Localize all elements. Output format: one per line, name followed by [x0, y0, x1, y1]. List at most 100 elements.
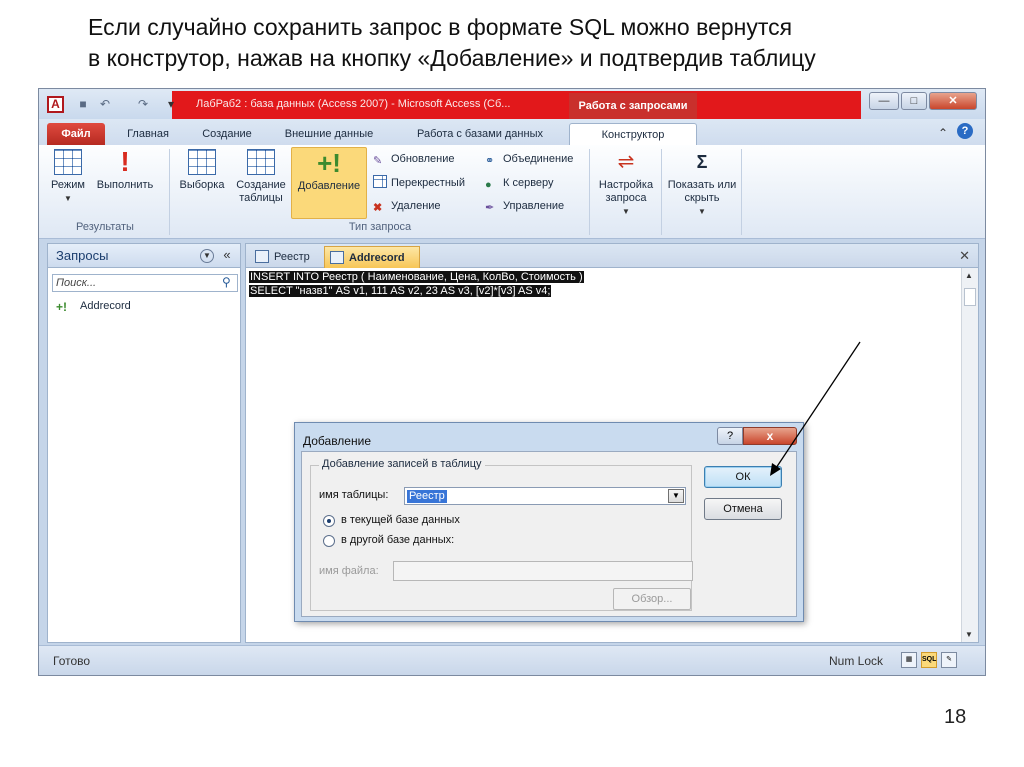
redo-icon[interactable]: ↷: [135, 96, 151, 112]
scroll-thumb[interactable]: [964, 288, 976, 306]
pass-through-label: К серверу: [503, 177, 554, 189]
ribbon-separator: [661, 149, 662, 235]
append-query-button[interactable]: +! Добавление: [291, 147, 367, 219]
dialog-body: Добавление записей в таблицу имя таблицы…: [301, 451, 797, 617]
access-app-icon[interactable]: A: [47, 96, 64, 113]
tab-create[interactable]: Создание: [191, 123, 263, 145]
nav-pane-title: Запросы: [56, 248, 109, 263]
make-table-icon: [247, 149, 275, 175]
make-table-button[interactable]: Создание таблицы: [233, 149, 289, 205]
scroll-up-icon[interactable]: ▲: [965, 271, 973, 280]
append-query-label: Добавление: [297, 180, 361, 192]
nav-menu-icon[interactable]: ▼: [200, 249, 214, 263]
slide-heading-line-1: Если случайно сохранить запрос в формате…: [88, 14, 793, 40]
navigation-pane: Запросы ▼ « Поиск... ⚲ +! Addrecord: [47, 243, 241, 643]
query-setup-button[interactable]: ⇌ Настройка запроса ▼: [593, 149, 659, 218]
maximize-button[interactable]: □: [901, 92, 927, 110]
undo-icon[interactable]: ↶: [97, 96, 113, 112]
sql-line: SELECT "назв1" AS v1, 111 AS v2, 23 AS v…: [249, 285, 552, 297]
union-query-button[interactable]: ⚭ Объединение: [485, 151, 573, 167]
minimize-button[interactable]: —: [869, 92, 899, 110]
other-db-radio[interactable]: [323, 535, 335, 547]
dialog-close-icon[interactable]: x: [743, 427, 797, 445]
union-query-label: Объединение: [503, 153, 574, 165]
doc-tab-reestr[interactable]: Реестр: [250, 246, 320, 268]
tab-design[interactable]: Конструктор: [569, 123, 697, 145]
make-table-label: Создание таблицы: [236, 179, 286, 204]
close-document-icon[interactable]: ✕: [959, 248, 970, 264]
doc-tab-label: Реестр: [274, 251, 310, 263]
crosstab-query-button[interactable]: Перекрестный: [373, 175, 465, 191]
cancel-button[interactable]: Отмена: [704, 498, 782, 520]
combo-dropdown-icon[interactable]: ▼: [668, 489, 684, 503]
query-setup-dropdown-icon: ▼: [622, 207, 630, 216]
view-mode-button[interactable]: Режим ▼: [45, 149, 91, 205]
minimize-ribbon-icon[interactable]: ⌃: [935, 125, 951, 141]
run-button[interactable]: ! Выполнить: [93, 146, 157, 192]
file-name-field[interactable]: [393, 561, 693, 581]
context-tab-header: Работа с запросами: [569, 93, 697, 119]
close-button[interactable]: ✕: [929, 92, 977, 110]
sql-editor[interactable]: INSERT INTO Реестр ( Наименование, Цена,…: [249, 270, 584, 298]
tab-external-data[interactable]: Внешние данные: [273, 123, 385, 145]
delete-x-icon: ✖: [373, 202, 383, 214]
append-dialog: Добавление ? x Добавление записей в табл…: [294, 422, 804, 622]
doc-tab-addrecord[interactable]: Addrecord: [324, 246, 420, 268]
tab-file[interactable]: Файл: [47, 123, 105, 145]
show-hide-button[interactable]: Σ Показать или скрыть ▼: [665, 149, 739, 218]
append-plus-icon: +!: [317, 148, 341, 178]
vertical-scrollbar[interactable]: ▲ ▼: [961, 268, 978, 642]
design-view-icon[interactable]: ✎: [941, 652, 957, 668]
group-query-type-label: Тип запроса: [348, 221, 412, 233]
pencil-icon: ✎: [373, 155, 383, 167]
datasheet-view-icon[interactable]: ▦: [901, 652, 917, 668]
current-db-radio[interactable]: [323, 515, 335, 527]
data-definition-label: Управление: [503, 200, 565, 212]
save-icon[interactable]: ■: [75, 96, 91, 112]
search-icon[interactable]: ⚲: [222, 275, 231, 289]
update-query-button[interactable]: ✎ Обновление: [373, 151, 455, 167]
file-name-label: имя файла:: [319, 565, 379, 577]
pen-icon: ✒: [485, 202, 495, 214]
append-query-icon: +!: [56, 300, 68, 314]
status-num-lock: Num Lock: [829, 654, 884, 668]
browse-button[interactable]: Обзор...: [613, 588, 691, 610]
nav-item-addrecord[interactable]: +! Addrecord: [56, 300, 131, 314]
collapse-pane-icon[interactable]: «: [220, 248, 234, 263]
ok-button[interactable]: ОК: [704, 466, 782, 488]
crosstab-query-label: Перекрестный: [391, 177, 465, 189]
select-query-button[interactable]: Выборка: [175, 149, 229, 192]
ribbon: Режим ▼ ! Выполнить Результаты Выборка С…: [39, 145, 985, 239]
data-definition-button[interactable]: ✒ Управление: [485, 198, 564, 214]
scroll-down-icon[interactable]: ▼: [965, 630, 973, 639]
view-mode-label: Режим: [51, 179, 85, 191]
ribbon-tabs: Файл Главная Создание Внешние данные Раб…: [39, 119, 985, 145]
nav-search-input[interactable]: Поиск...: [52, 274, 238, 292]
other-db-label[interactable]: в другой базе данных:: [341, 534, 454, 546]
current-db-label[interactable]: в текущей базе данных: [341, 514, 460, 526]
sql-view-icon[interactable]: SQL: [921, 652, 937, 668]
table-name-combo[interactable]: Реестр ▼: [404, 487, 686, 505]
help-icon[interactable]: ?: [957, 123, 973, 139]
table-name-value: Реестр: [407, 490, 447, 503]
select-query-icon: [188, 149, 216, 175]
tab-database-tools[interactable]: Работа с базами данных: [397, 123, 563, 145]
select-query-label: Выборка: [179, 179, 225, 191]
globe-icon: ●: [485, 179, 492, 191]
tab-home[interactable]: Главная: [115, 123, 181, 145]
show-hide-dropdown-icon: ▼: [698, 207, 706, 216]
table-name-label: имя таблицы:: [319, 489, 389, 501]
group-results-label: Результаты: [76, 221, 134, 233]
pass-through-button[interactable]: ● К серверу: [485, 175, 554, 191]
view-mode-dropdown-icon: ▼: [64, 194, 72, 203]
ribbon-separator: [589, 149, 590, 235]
slide-heading-line-2: в конструтор, нажав на кнопку «Добавлени…: [88, 45, 816, 71]
dialog-help-icon[interactable]: ?: [717, 427, 743, 445]
delete-query-button[interactable]: ✖ Удаление: [373, 198, 441, 214]
customize-quick-access-icon[interactable]: ▾: [163, 96, 179, 112]
slide-number: 18: [944, 706, 967, 728]
append-to-group: Добавление записей в таблицу имя таблицы…: [310, 458, 693, 611]
run-exclamation-icon: !: [120, 146, 130, 177]
table-icon: [255, 250, 269, 263]
ribbon-separator: [169, 149, 170, 235]
